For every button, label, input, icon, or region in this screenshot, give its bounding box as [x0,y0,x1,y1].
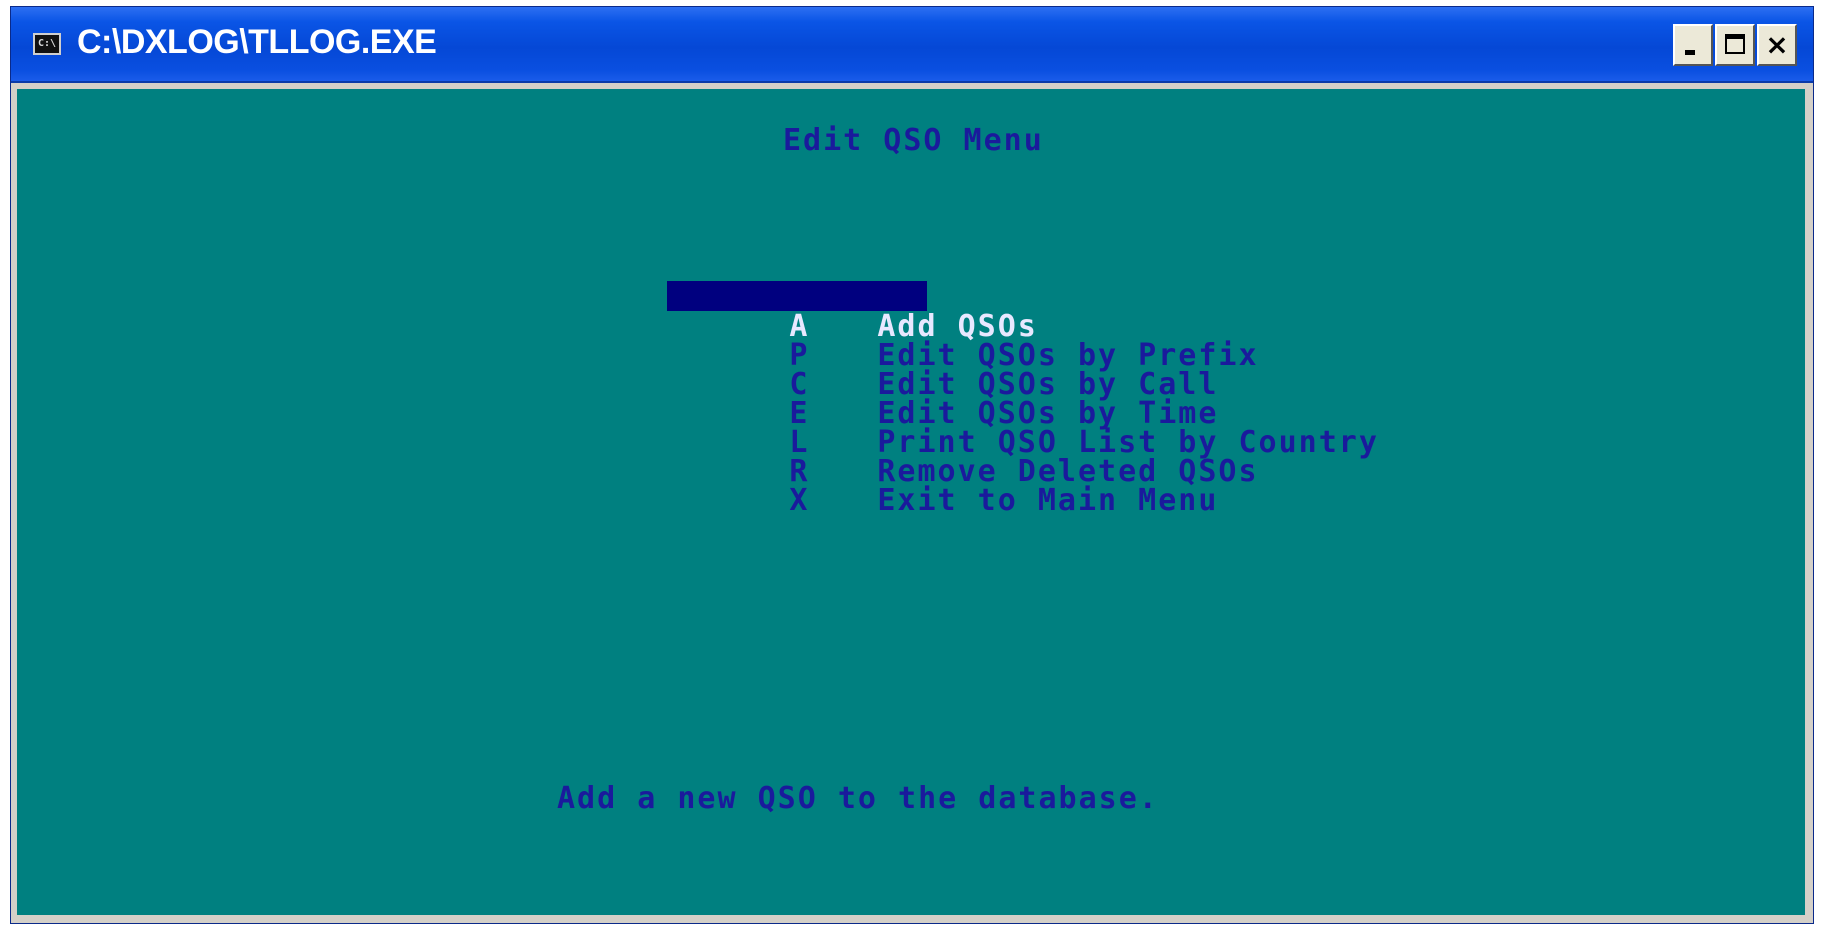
console-area[interactable]: Edit QSO Menu A Add QSOs P Edit QSOs by Pr… [17,89,1805,915]
close-button[interactable]: × [1757,24,1797,66]
menu-item-edit-by-time[interactable]: E Edit QSOs by Time [669,369,1218,429]
menu-item-remove-deleted[interactable]: R Remove Deleted QSOs [669,427,1259,487]
close-icon: × [1765,28,1789,61]
window-title: C:\DXLOG\TLLOG.EXE [77,23,437,61]
maximize-button[interactable] [1715,24,1755,66]
console-window: C:\ C:\DXLOG\TLLOG.EXE × Edit QSO Menu A… [10,6,1814,924]
menu-item-add-qsos[interactable]: A Add QSOs [667,281,1038,342]
menu-heading: Edit QSO Menu [783,123,1044,158]
menu-item-print-by-country[interactable]: L Print QSO List by Country [669,398,1379,458]
menu-item-exit-main[interactable]: X Exit to Main Menu [669,456,1218,516]
menu-label: Exit to Main Menu [877,483,1219,518]
console-icon[interactable]: C:\ [33,33,61,55]
menu-key: X [789,483,810,518]
minimize-button[interactable] [1673,24,1713,66]
menu-item-edit-by-call[interactable]: C Edit QSOs by Call [669,340,1218,400]
title-bar[interactable]: C:\ C:\DXLOG\TLLOG.EXE × [11,7,1813,83]
status-line: Add a new QSO to the database. [557,781,1159,816]
menu-item-edit-by-prefix[interactable]: P Edit QSOs by Prefix [669,311,1259,371]
